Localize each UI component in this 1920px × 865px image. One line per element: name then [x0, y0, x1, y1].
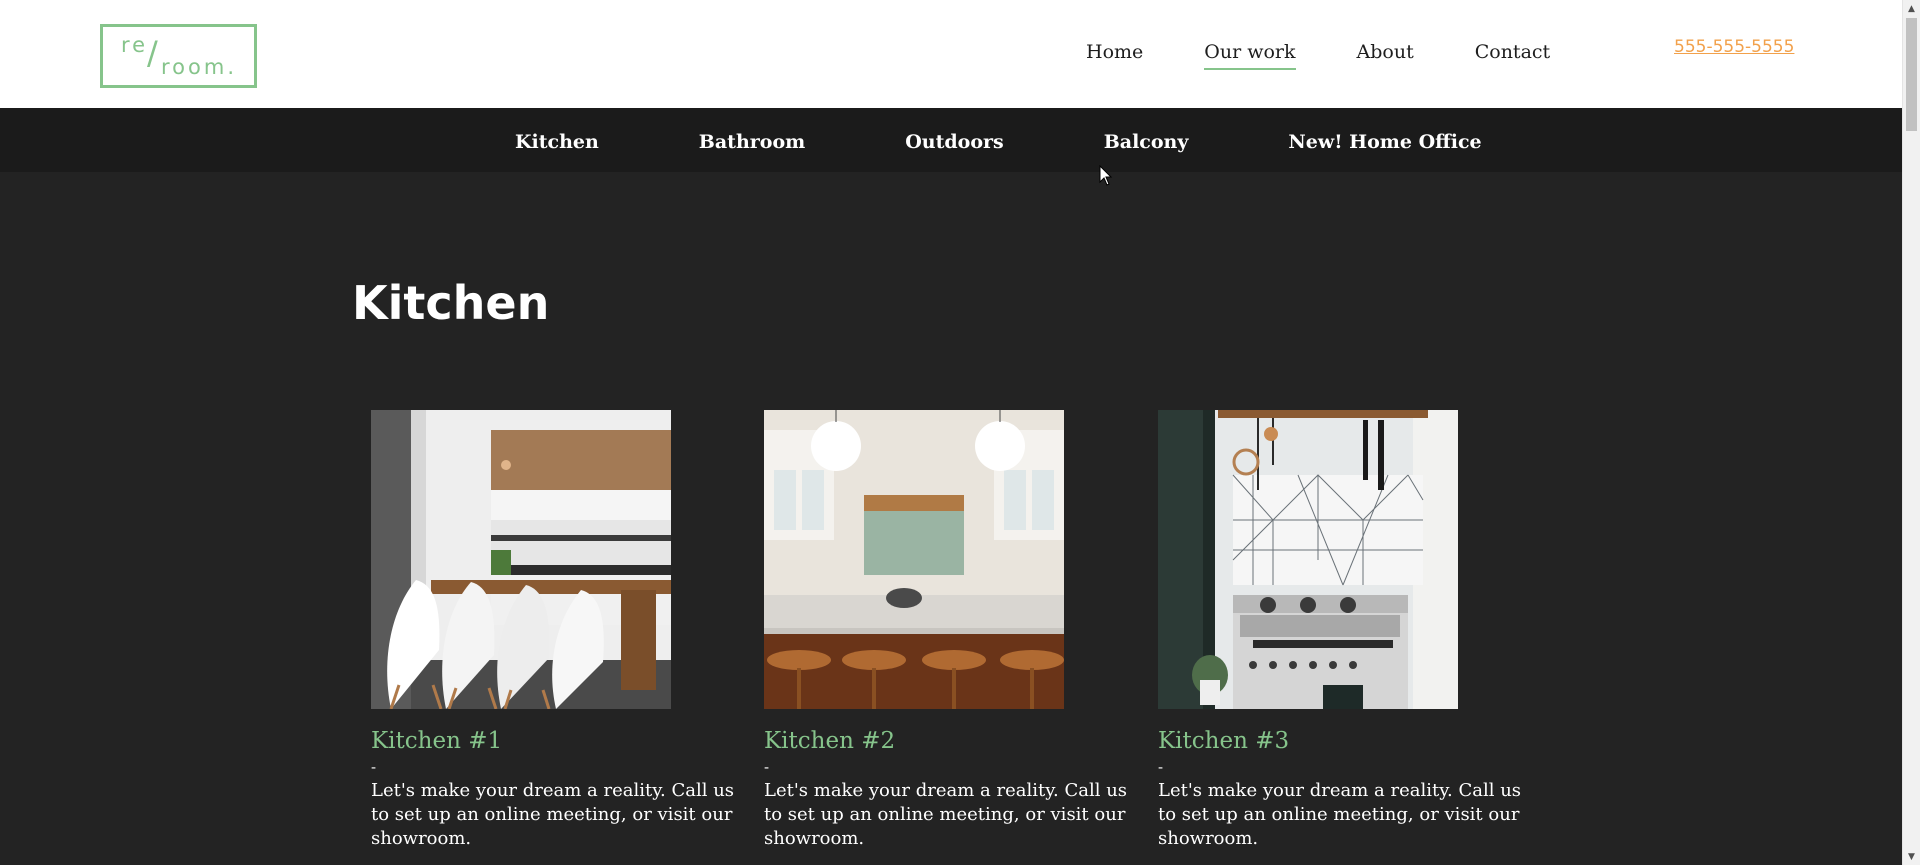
project-card: Kitchen #1 - Let's make your dream a rea…: [371, 410, 741, 851]
category-home-office[interactable]: New! Home Office: [1288, 130, 1481, 154]
card-title[interactable]: Kitchen #1: [371, 727, 741, 755]
logo-slash: /: [147, 34, 158, 72]
kitchen-1-photo[interactable]: [371, 410, 671, 709]
logo-text-bottom: room.: [161, 55, 238, 79]
nav-about[interactable]: About: [1357, 40, 1414, 64]
kitchen-3-photo[interactable]: [1158, 410, 1458, 709]
project-card: Kitchen #3 - Let's make your dream a rea…: [1158, 410, 1528, 851]
logo[interactable]: re / room.: [100, 24, 257, 88]
card-separator: -: [371, 758, 377, 776]
vertical-scrollbar[interactable]: ▲ ▼: [1902, 0, 1920, 865]
card-description: Let's make your dream a reality. Call us…: [371, 780, 735, 849]
scrollbar-thumb[interactable]: [1906, 18, 1917, 131]
card-title[interactable]: Kitchen #2: [764, 727, 1134, 755]
category-bathroom[interactable]: Bathroom: [699, 130, 805, 154]
main-nav: Home Our work About Contact: [1086, 40, 1550, 70]
section-title: Kitchen: [352, 276, 550, 330]
project-card: Kitchen #2 - Let's make your dream a rea…: [764, 410, 1134, 851]
category-outdoors[interactable]: Outdoors: [905, 130, 1003, 154]
card-separator: -: [1158, 758, 1164, 776]
nav-home[interactable]: Home: [1086, 40, 1143, 64]
scroll-down-arrow-icon[interactable]: ▼: [1903, 848, 1920, 865]
category-kitchen[interactable]: Kitchen: [515, 130, 599, 154]
nav-our-work[interactable]: Our work: [1204, 40, 1296, 70]
card-description: Let's make your dream a reality. Call us…: [1158, 780, 1522, 849]
kitchen-2-photo[interactable]: [764, 410, 1064, 709]
category-nav-items: Kitchen Bathroom Outdoors Balcony New! H…: [515, 130, 1482, 154]
category-nav: Kitchen Bathroom Outdoors Balcony New! H…: [0, 108, 1902, 172]
card-separator: -: [764, 758, 770, 776]
card-description: Let's make your dream a reality. Call us…: [764, 780, 1128, 849]
nav-contact[interactable]: Contact: [1475, 40, 1550, 64]
arrow-cursor-icon: [1099, 165, 1113, 186]
phone-link[interactable]: 555-555-5555: [1674, 37, 1794, 57]
page: re / room. Home Our work About Contact 5…: [0, 0, 1920, 865]
logo-text-top: re: [121, 33, 149, 57]
scroll-up-arrow-icon[interactable]: ▲: [1903, 0, 1920, 17]
site-header: re / room. Home Our work About Contact 5…: [0, 0, 1902, 108]
card-title[interactable]: Kitchen #3: [1158, 727, 1528, 755]
category-balcony[interactable]: Balcony: [1104, 130, 1189, 154]
